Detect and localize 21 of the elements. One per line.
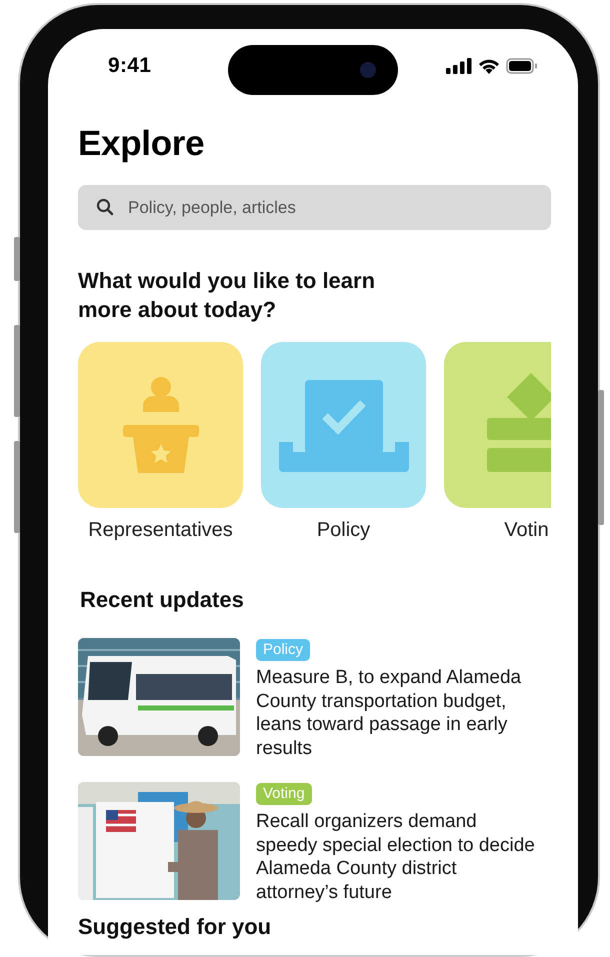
section-heading: Recent updates bbox=[80, 586, 245, 614]
ballot-drop-icon bbox=[487, 372, 551, 472]
search-field[interactable]: Policy, people, articles bbox=[78, 185, 551, 230]
status-time: 9:41 bbox=[108, 54, 152, 78]
podium-icon bbox=[123, 377, 199, 473]
ballot-box-icon bbox=[279, 380, 409, 472]
page-title: Explore bbox=[78, 123, 206, 165]
category-label: Representatives bbox=[88, 518, 233, 542]
wifi-icon bbox=[478, 58, 500, 74]
section-prompt: What would you like to learn more about today? bbox=[78, 267, 376, 324]
headline[interactable]: Recall organizers demand speedy special election to decide Alameda County district attorney’s future bbox=[256, 810, 536, 904]
category-card[interactable] bbox=[78, 342, 243, 508]
category-label: Policy bbox=[316, 518, 370, 542]
category-tag: Voting bbox=[256, 783, 312, 805]
category-card[interactable] bbox=[261, 342, 426, 508]
headline[interactable]: Measure B, to expand Alameda County transportation budget, leans toward passage in early results bbox=[256, 666, 536, 760]
battery-icon bbox=[506, 58, 538, 74]
category-tag: Policy bbox=[256, 639, 310, 661]
category-label: Votin bbox=[504, 518, 549, 542]
section-heading: Suggested for you bbox=[78, 914, 272, 940]
signal-icon bbox=[446, 58, 472, 74]
